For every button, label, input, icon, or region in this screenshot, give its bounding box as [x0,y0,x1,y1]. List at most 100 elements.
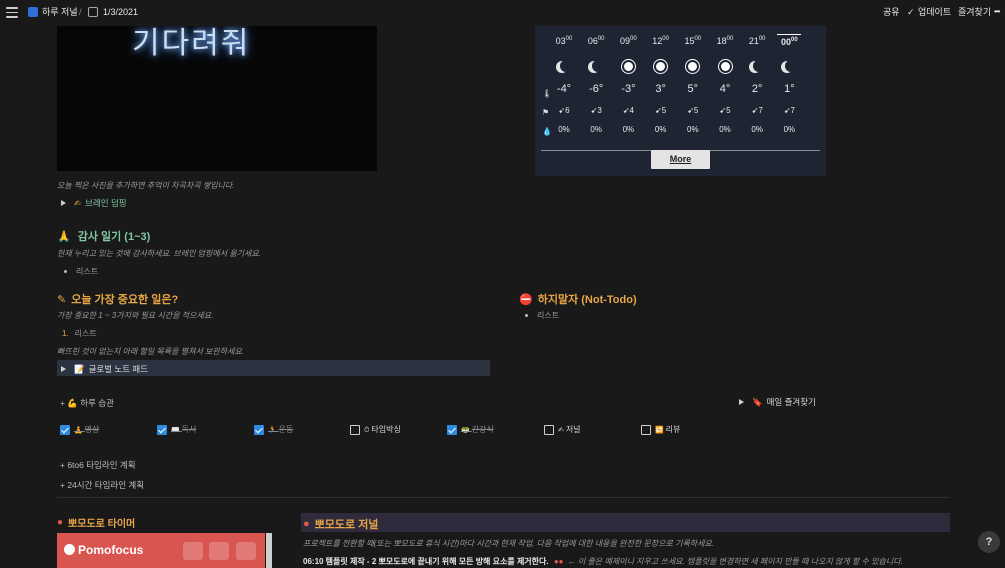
notepad-toggle[interactable]: 📝 글로벌 노트 패드 [61,363,148,375]
habit-checkbox[interactable] [350,425,360,435]
habit-label: 🔁 리뷰 [655,425,681,434]
gratitude-list-item[interactable]: 리스트 [64,266,98,277]
report-icon[interactable] [183,542,203,560]
habit-checkbox[interactable] [544,425,554,435]
weather-precip: 0% [783,125,796,134]
weather-temp: -4° [556,83,572,95]
weather-temp: -3° [621,83,636,95]
help-button[interactable]: ? [978,531,1000,553]
pomodoro-journal-desc: 프로젝트를 전환할 때(또는 뽀모도로 휴식 시간)마다 시간과 현재 작업, … [303,539,715,548]
weather-wind: ➹5 [687,106,699,115]
toggle-arrow-icon [61,366,66,372]
check-circle-icon [64,544,75,555]
habit-checkbox[interactable] [254,425,264,435]
weather-widget: 🌡 ⚑ 💧 0300 -4° ➹6 0% 0600 -6° ➹3 0% 0900 -3° ➹4 0% 1200… [535,26,826,176]
important-list-item[interactable]: 1. 리스트 [62,328,97,339]
weather-hour: 1500 [684,36,702,46]
weather-more-button[interactable]: More [651,150,710,169]
weather-hour: 0600 [587,36,605,46]
pencil-icon: ✎ [57,293,67,306]
neon-sign: 기다려줘 [132,26,251,61]
notepad-icon: 📝 [74,363,85,374]
weather-temp: 5° [687,83,699,95]
not-todo-heading: ⛔ 하지말자 (Not-Todo) [519,293,637,307]
daily-favorites-toggle[interactable]: 🔖 매일 즐겨찾기 [739,396,816,408]
weather-precip: 0% [558,125,570,134]
sun-icon [688,62,698,71]
scrollbar[interactable] [266,533,272,568]
gratitude-heading: 🙏 감사 일기 (1~3) [57,230,151,244]
weather-hour: 0900 [620,36,637,46]
weather-precip: 0% [654,125,667,134]
settings-icon[interactable] [209,542,229,560]
moon-icon [560,60,572,72]
sun-icon [720,62,730,71]
moon-icon [753,60,765,72]
habit-checkbox[interactable] [60,425,70,435]
habit-checkbox[interactable] [447,425,457,435]
pomodoro-timer-heading: ● 뽀모도로 타이머 [57,517,136,530]
weather-precip: 0% [590,125,602,134]
breadcrumb-date[interactable]: 1/3/2021 [103,6,138,18]
weather-wind: ➹5 [655,106,667,115]
weather-wind: ➹3 [590,106,602,115]
weather-wind: ➹6 [558,106,570,115]
timeline-24h[interactable]: + 24시간 타임라인 계획 [60,479,144,491]
habit-label: ⏱ 타임박싱 [364,425,401,434]
weather-hour: 1800 [716,36,734,46]
habit-label: 🏃 운동 [268,425,294,434]
habit-icon: 🥗 [461,427,472,434]
timeline-6to6[interactable]: + 6to6 타임라인 계획 [60,459,136,471]
habit-icon: 🧘 [74,427,85,434]
habit-icon: ✍ [558,427,566,434]
habits-add[interactable]: + 💪 하루 습관 [60,397,114,409]
weather-precip: 0% [751,125,763,134]
bookmark-icon: 🔖 [752,396,763,407]
calendar-icon [88,7,98,17]
updates-button[interactable]: 업데이트 [918,6,951,18]
brain-dump-toggle[interactable]: ✍ 브레인 덤핑 [61,197,127,209]
pray-icon: 🙏 [57,230,71,243]
brain-dump-label: 브레인 덤핑 [85,198,127,208]
gratitude-desc: 현재 누리고 있는 것에 감사하세요. 브레인 덤핑에서 옮기세요. [57,249,262,258]
breadcrumb-separator: / [79,7,82,17]
weather-precip: 0% [622,125,635,134]
weather-temp: 2° [751,83,763,95]
sun-icon [656,62,666,71]
important-desc: 가장 중요한 1 ~ 3가지와 필요 시간을 적으세요. [57,311,214,320]
weather-temp: -6° [589,83,604,95]
journal-photo[interactable]: 기다려줘 [57,26,377,171]
habit-icon: 📖 [171,427,182,434]
account-icon[interactable] [236,542,256,560]
breadcrumb-page[interactable]: 하루 저널 [42,6,78,18]
share-button[interactable]: 공유 [883,6,900,18]
pomodoro-journal-heading-bg [301,513,950,532]
no-entry-icon: ⛔ [519,293,533,306]
weather-temp: 1° [784,83,795,95]
tomato-icon: ● [303,518,310,530]
not-todo-list-item[interactable]: 리스트 [525,310,559,321]
toggle-arrow-icon [61,200,66,206]
menu-icon[interactable] [6,7,18,18]
pomofocus-logo: Pomofocus [78,543,144,557]
sun-icon [623,62,633,71]
weather-temp: 3° [655,83,666,95]
tomato-icon: ● [57,517,64,528]
habit-icon: 🔁 [655,427,666,434]
weather-wind: ➹4 [622,106,634,115]
hand-icon: ✍ [74,197,82,208]
habit-checkbox[interactable] [157,425,167,435]
photo-caption: 오늘 찍은 사진을 추가하면 추억이 차곡차곡 쌓입니다. [57,181,235,190]
wind-moon-icon [785,60,797,72]
pomodoro-journal-entry[interactable]: 06:10 템플릿 제작 - 2 뽀모도로에 끝내기 위해 모든 방해 요소를 … [303,556,903,567]
weather-temp: 4° [719,83,731,95]
important-desc2: 빠뜨린 것이 없는지 아래 할일 목록을 펼쳐서 보완하세요. [57,347,245,356]
more-options-icon[interactable]: ••• [994,6,1000,18]
pomodoro-journal-heading: ● 뽀모도로 저널 [303,518,379,531]
habit-checkbox[interactable] [641,425,651,435]
weather-precip: 0% [719,125,731,134]
weather-hour: 2100 [748,36,766,46]
favorite-button[interactable]: 즐겨찾기 [958,6,991,18]
weather-hour: 0000 [777,34,802,47]
moon-icon [592,60,604,72]
